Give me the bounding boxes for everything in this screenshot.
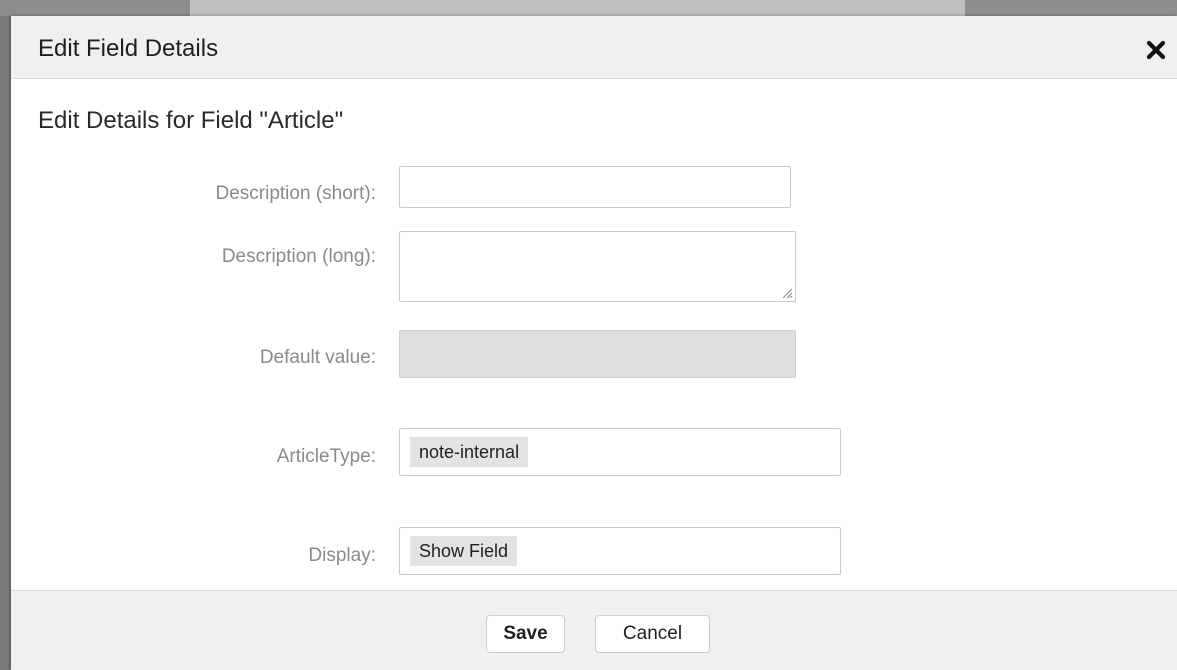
dialog-header: Edit Field Details (11, 16, 1177, 79)
description-long-textarea[interactable] (399, 231, 796, 302)
article-type-select[interactable]: note-internal (399, 428, 841, 476)
default-value-input (399, 330, 796, 378)
save-button[interactable]: Save (486, 615, 565, 653)
description-short-label: Description (short): (215, 183, 377, 204)
dialog-footer: Save Cancel (11, 590, 1177, 670)
description-short-input[interactable] (399, 166, 791, 208)
dialog-title: Edit Field Details (38, 35, 219, 62)
article-type-label: ArticleType: (276, 446, 376, 467)
resize-grip-icon[interactable] (782, 288, 793, 299)
article-type-selected-chip: note-internal (410, 437, 529, 467)
edit-field-dialog: Edit Field Details Edit Details for Fiel… (11, 16, 1177, 670)
background-topbar-highlight (190, 0, 965, 16)
default-value-label: Default value: (259, 347, 376, 368)
display-label: Display: (308, 545, 376, 566)
display-select[interactable]: Show Field (399, 527, 841, 575)
description-long-wrapper (399, 231, 796, 302)
close-icon[interactable] (1145, 39, 1167, 61)
display-selected-chip: Show Field (410, 536, 518, 566)
description-long-label: Description (long): (221, 246, 376, 267)
cancel-button[interactable]: Cancel (595, 615, 710, 653)
section-title: Edit Details for Field "Article" (38, 107, 344, 134)
